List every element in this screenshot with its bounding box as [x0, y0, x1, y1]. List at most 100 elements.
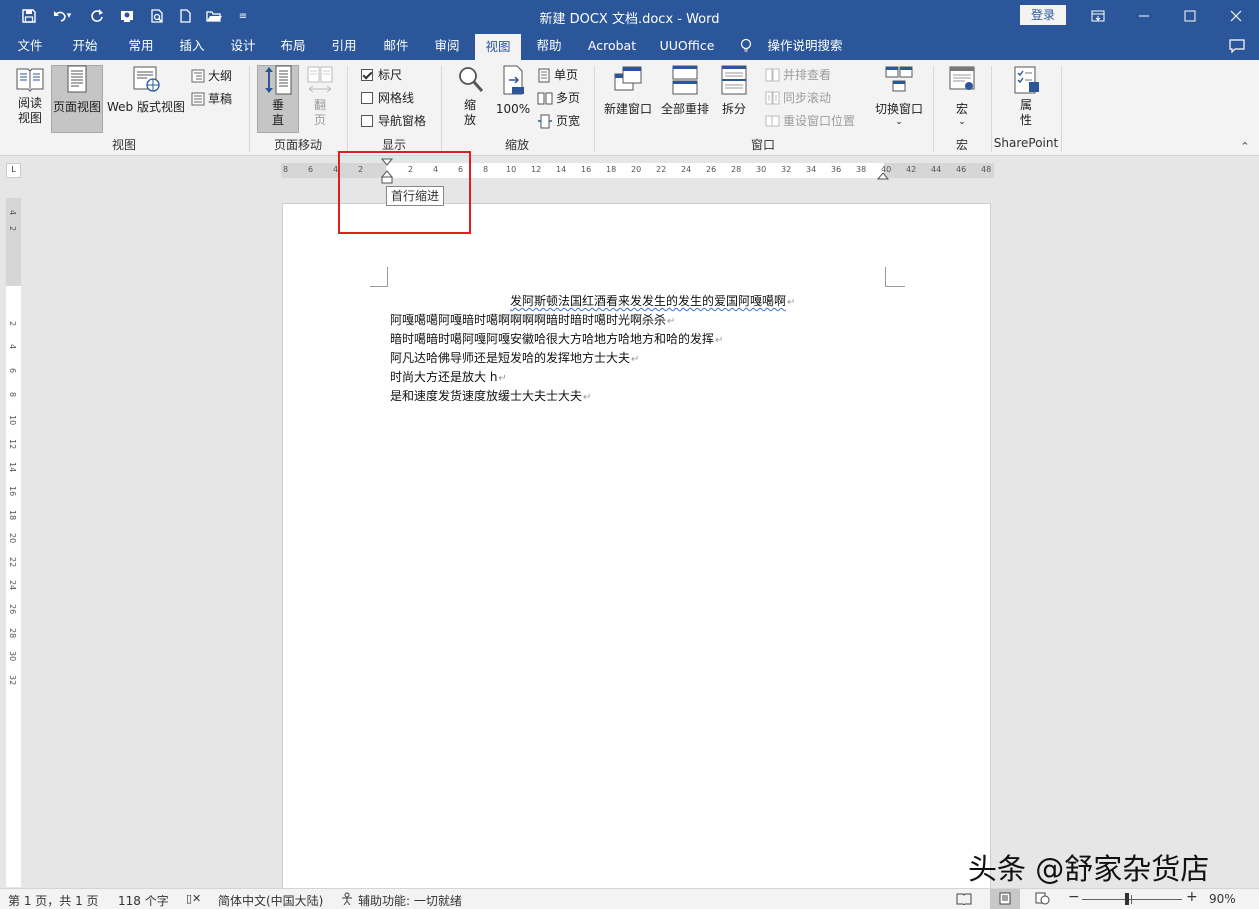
split-button[interactable]: 拆分 [714, 64, 754, 117]
customize-quick-access-icon[interactable]: ≡ [228, 0, 258, 32]
minimize-icon[interactable] [1121, 0, 1167, 32]
side-to-side-button[interactable]: 翻 页 [302, 64, 338, 128]
close-icon[interactable] [1213, 0, 1259, 32]
new-window-button[interactable]: 新建窗口 [600, 64, 656, 117]
outline-button[interactable]: 大纲 [191, 66, 232, 86]
view-side-by-side-button[interactable]: 并排查看 [765, 65, 831, 85]
web-layout-label: Web 版式视图 [107, 100, 185, 114]
collapse-ribbon-icon[interactable]: ⌃ [1238, 140, 1252, 153]
ruler-number: 2 [8, 320, 17, 326]
tab-review[interactable]: 审阅 [424, 32, 470, 60]
macros-button[interactable]: 宏 ⌄ [942, 64, 982, 127]
word-count[interactable]: 118 个字 [118, 892, 169, 909]
document-page[interactable]: 发阿斯顿法国红酒看来发发生的发生的爱国阿嘎噶啊↵ 阿嘎噶噶阿嘎暗时噶啊啊啊啊暗时… [282, 203, 991, 903]
ruler-number: 4 [8, 210, 17, 216]
highlight-box [338, 151, 471, 234]
tab-uuoffice[interactable]: UUOffice [654, 32, 720, 60]
ruler-checkbox-box[interactable] [361, 69, 373, 81]
redo-icon[interactable] [82, 0, 112, 32]
ruler-number: 30 [756, 165, 767, 174]
zoom-slider[interactable] [1082, 899, 1182, 900]
tab-acrobat[interactable]: Acrobat [580, 32, 644, 60]
one-page-button[interactable]: 单页 [537, 65, 578, 85]
document-paragraph[interactable]: 发阿斯顿法国红酒看来发发生的发生的爱国阿嘎噶啊↵ [510, 292, 795, 309]
switch-windows-button[interactable]: 切换窗口 ⌄ [872, 64, 926, 127]
nav-pane-checkbox-box[interactable] [361, 115, 373, 127]
page-count[interactable]: 第 1 页，共 1 页 [8, 892, 99, 909]
proofing-icon[interactable]: ▯✕ [186, 892, 201, 905]
comments-icon[interactable] [1224, 32, 1250, 60]
touch-mode-icon[interactable] [112, 0, 142, 32]
tab-selector-icon[interactable]: L [6, 163, 21, 178]
tab-help[interactable]: 帮助 [526, 32, 572, 60]
zoom-percent[interactable]: 90% [1209, 892, 1236, 906]
new-document-icon[interactable] [170, 0, 200, 32]
tab-mailings[interactable]: 邮件 [373, 32, 419, 60]
tab-view[interactable]: 视图 [475, 34, 521, 60]
nav-pane-checkbox[interactable]: 导航窗格 [361, 111, 426, 131]
undo-dropdown-icon[interactable]: ▾ [62, 0, 76, 32]
read-mode-status-icon[interactable] [956, 892, 972, 908]
properties-button[interactable]: 属 性 [1005, 64, 1047, 128]
zoom-label-1: 缩 [463, 98, 476, 112]
paragraph-text: 发阿斯顿法国红酒看来发发生的发生的爱国阿嘎噶啊 [510, 294, 787, 308]
paragraph-text: 阿嘎噶噶阿嘎暗时噶啊啊啊啊暗时暗时噶时光啊杀杀 [390, 313, 667, 327]
web-layout-button[interactable]: Web 版式视图 [104, 64, 188, 115]
document-paragraph[interactable]: 阿嘎噶噶阿嘎暗时噶啊啊啊啊暗时暗时噶时光啊杀杀↵ [390, 311, 675, 328]
login-button[interactable]: 登录 [1020, 5, 1066, 25]
language[interactable]: 简体中文(中国大陆) [218, 892, 323, 909]
save-icon[interactable] [14, 0, 44, 32]
page-width-button[interactable]: 页宽 [537, 111, 580, 131]
web-layout-status-icon[interactable] [1035, 892, 1050, 908]
document-paragraph[interactable]: 暗时噶暗时噶阿嘎阿嘎安徽哈很大方哈地方哈地方和哈的发挥↵ [390, 330, 723, 347]
ruler-checkbox[interactable]: 标尺 [361, 65, 402, 85]
print-layout-status-icon[interactable] [998, 892, 1012, 908]
outline-label: 大纲 [208, 69, 233, 83]
arrange-all-label: 全部重排 [660, 102, 709, 116]
reset-window-position-button[interactable]: 重设窗口位置 [765, 111, 855, 131]
accessibility-status[interactable]: 辅助功能: 一切就绪 [358, 892, 462, 909]
tab-references[interactable]: 引用 [321, 32, 367, 60]
tab-home[interactable]: 开始 [62, 32, 108, 60]
page-width-label: 页宽 [556, 114, 581, 128]
tab-common[interactable]: 常用 [118, 32, 164, 60]
right-indent-marker[interactable] [877, 168, 889, 180]
vertical-button[interactable]: 垂 直 [257, 64, 299, 128]
ribbon-display-options-icon[interactable] [1075, 0, 1121, 32]
gridlines-checkbox-box[interactable] [361, 92, 373, 104]
tab-design[interactable]: 设计 [220, 32, 266, 60]
vertical-scroll-icon [265, 65, 292, 95]
ruler-number: 30 [8, 651, 17, 662]
zoom-100-label: 100% [495, 102, 531, 116]
tab-file[interactable]: 文件 [8, 32, 52, 60]
draft-button[interactable]: 草稿 [191, 89, 232, 109]
document-paragraph[interactable]: 是和速度发货速度放缓士大夫士大夫↵ [390, 387, 591, 404]
multiple-pages-button[interactable]: 多页 [537, 88, 580, 108]
ruler-number: 22 [656, 165, 667, 174]
zoom-out-icon[interactable]: − [1068, 889, 1080, 905]
ruler-number: 48 [981, 165, 992, 174]
read-mode-button[interactable]: 阅读 视图 [10, 64, 50, 126]
zoom-slider-thumb[interactable] [1125, 893, 1129, 905]
one-page-icon [538, 68, 550, 82]
sync-scroll-button[interactable]: 同步滚动 [765, 88, 831, 108]
tell-me-search[interactable]: 操作说明搜索 [762, 32, 848, 60]
zoom-100-button[interactable]: 100% [493, 64, 533, 117]
tab-insert[interactable]: 插入 [169, 32, 215, 60]
accessibility-icon[interactable] [340, 892, 354, 908]
document-paragraph[interactable]: 阿凡达哈佛导师还是短发哈的发挥地方士大夫↵ [390, 349, 639, 366]
nav-pane-label: 导航窗格 [378, 114, 427, 128]
maximize-icon[interactable] [1167, 0, 1213, 32]
title-bar: ▾ ≡ 新建 DOCX 文档.docx - Word 登录 [0, 0, 1259, 32]
zoom-button[interactable]: 缩 放 [450, 64, 490, 128]
arrange-all-button[interactable]: 全部重排 [657, 64, 713, 117]
zoom-in-icon[interactable]: + [1186, 889, 1198, 905]
ruler-number: 10 [506, 165, 517, 174]
print-preview-icon[interactable] [142, 0, 172, 32]
open-folder-icon[interactable] [199, 0, 229, 32]
tab-layout[interactable]: 布局 [270, 32, 316, 60]
print-layout-button[interactable]: 页面视图 [51, 64, 103, 115]
watermark-text: 头条 @舒家杂货店 [968, 852, 1210, 886]
document-paragraph[interactable]: 时尚大方还是放大 h↵ [390, 368, 507, 385]
gridlines-checkbox[interactable]: 网格线 [361, 88, 414, 108]
